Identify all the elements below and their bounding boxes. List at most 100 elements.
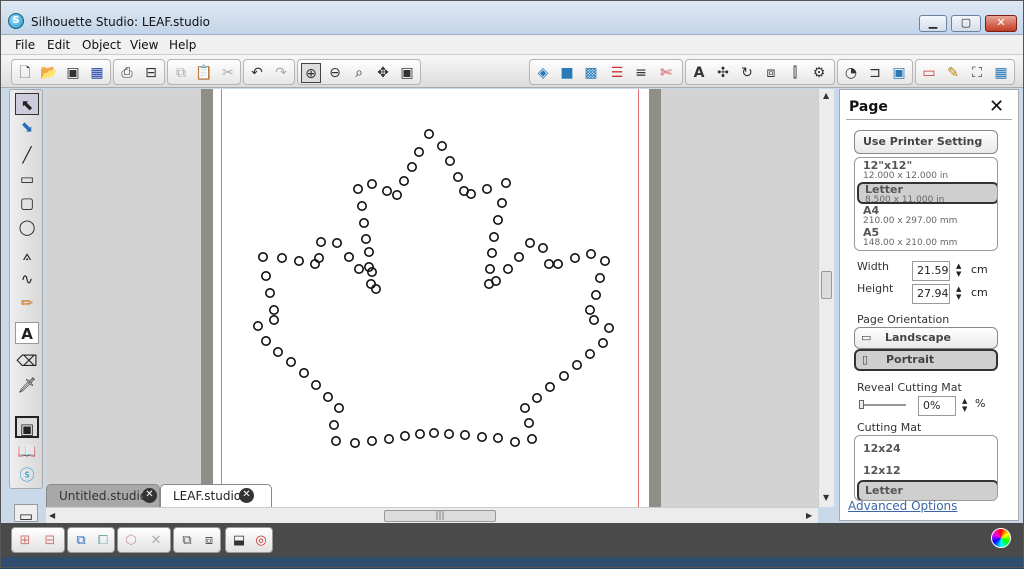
leaf-dot	[500, 178, 511, 189]
group-toolbar-group: ⊞ ⊟	[11, 527, 65, 553]
scroll-down-icon[interactable]: ▼	[823, 493, 829, 502]
send-back-icon[interactable]: ⧈	[199, 531, 219, 551]
list-item[interactable]: 12x24	[857, 440, 997, 462]
close-panel-icon[interactable]: ✕	[989, 96, 1004, 117]
leaf-dot	[428, 427, 439, 438]
color-wheel-icon[interactable]	[991, 528, 1011, 548]
leaf-dot	[584, 348, 595, 359]
weld-icon[interactable]: ⬡	[121, 531, 141, 551]
leaf-dot	[502, 263, 513, 274]
group-icon[interactable]: ⊞	[15, 531, 35, 551]
weld-toolbar-group: ⬡ ✕	[117, 527, 171, 553]
target-icon[interactable]: ◎	[251, 531, 271, 551]
horizontal-scrollbar[interactable]: ◀ ||| ▶	[46, 507, 818, 523]
leaf-dot	[260, 270, 271, 281]
leaf-dot	[365, 278, 376, 289]
scroll-right-icon[interactable]: ▶	[806, 511, 812, 520]
horizontal-scroll-thumb[interactable]: |||	[384, 510, 496, 522]
leaf-dot	[366, 435, 377, 446]
leaf-dot	[492, 432, 503, 443]
leaf-dot	[476, 431, 487, 442]
leaf-dot	[268, 314, 279, 325]
landscape-button[interactable]: ▭ Landscape	[854, 327, 998, 349]
leaf-dot	[268, 304, 279, 315]
leaf-dot	[459, 429, 470, 440]
leaf-dot	[298, 367, 309, 378]
leaf-dot	[571, 359, 582, 370]
leaf-dot	[488, 232, 499, 243]
divider	[846, 119, 1012, 120]
leaf-dot	[492, 215, 503, 226]
width-spinner-icon[interactable]: ▲ ▼	[956, 262, 961, 278]
vertical-scroll-thumb[interactable]	[821, 271, 832, 299]
leaf-dot	[531, 392, 542, 403]
leaf-dot	[544, 381, 555, 392]
make-compound-icon[interactable]: ⧉	[71, 531, 91, 551]
close-tab-icon[interactable]: ✕	[239, 488, 254, 503]
leaf-dot	[353, 263, 364, 274]
app-window: S Silhouette Studio: LEAF.studio ▁ ▢ ✕ F…	[0, 0, 1024, 568]
cutting-mat-list[interactable]: 12x24 12x12 Letter	[854, 435, 998, 501]
leaf-dot	[584, 304, 595, 315]
leaf-dot	[349, 437, 360, 448]
list-item[interactable]: A5 148.00 x 210.00 mm	[857, 227, 997, 249]
close-tab-icon[interactable]: ✕	[142, 488, 157, 503]
leaf-dot	[293, 256, 304, 267]
width-unit: cm	[971, 263, 988, 276]
use-printer-setting-button[interactable]: Use Printer Setting	[854, 130, 998, 154]
advanced-options-link[interactable]: Advanced Options	[848, 499, 957, 513]
leaf-dot	[333, 402, 344, 413]
leaf-dot	[543, 258, 554, 269]
leaf-dot	[343, 252, 354, 263]
tab-leaf[interactable]: LEAF.studio ✕	[160, 484, 272, 507]
leaf-dot	[537, 243, 548, 254]
leaf-dot	[465, 189, 476, 200]
ungroup-icon[interactable]: ⊟	[40, 531, 60, 551]
leaf-dot	[594, 272, 605, 283]
leaf-dot	[398, 176, 409, 187]
leaf-dot	[406, 162, 417, 173]
leaf-dot	[391, 190, 402, 201]
height-field[interactable]: 27.940	[912, 284, 950, 304]
reveal-slider-handle[interactable]	[859, 400, 864, 409]
leaf-dot	[313, 253, 324, 264]
leaf-dot	[272, 346, 283, 357]
delete-icon[interactable]: ✕	[146, 531, 166, 551]
shape-icon[interactable]: ⬓	[229, 531, 249, 551]
page-size-list[interactable]: 12"x12" 12.000 x 12.000 in Letter 8.500 …	[854, 157, 998, 251]
orientation-label: Page Orientation	[857, 313, 950, 326]
height-unit: cm	[971, 286, 988, 299]
leaf-dot	[260, 335, 271, 346]
width-label: Width	[857, 260, 889, 273]
list-item[interactable]: 12"x12" 12.000 x 12.000 in	[857, 160, 997, 182]
leaf-dot	[484, 263, 495, 274]
list-item-selected[interactable]: Letter 8.500 x 11.000 in	[857, 182, 997, 205]
document-tabs: Untitled.studio ✕ LEAF.studio ✕	[46, 484, 346, 507]
portrait-button[interactable]: ▯ Portrait	[854, 349, 998, 371]
scroll-up-icon[interactable]: ▲	[823, 91, 829, 100]
leaf-dot	[423, 129, 434, 140]
leaf-dot	[253, 320, 264, 331]
panel-title: Page	[849, 99, 888, 115]
list-item[interactable]: A4 210.00 x 297.00 mm	[857, 205, 997, 227]
width-field[interactable]: 21.590	[912, 261, 950, 281]
reveal-slider[interactable]	[860, 404, 906, 406]
bring-front-icon[interactable]: ⧉	[177, 531, 197, 551]
leaf-dot	[590, 289, 601, 300]
leaf-dot	[381, 186, 392, 197]
height-spinner-icon[interactable]: ▲ ▼	[956, 285, 961, 301]
reveal-unit: %	[975, 397, 986, 410]
reveal-spinner-icon[interactable]: ▲ ▼	[962, 397, 967, 413]
vertical-scrollbar[interactable]: ▲ ▼	[818, 89, 834, 507]
leaf-dot	[603, 322, 614, 333]
tab-untitled[interactable]: Untitled.studio ✕	[46, 484, 160, 507]
leaf-dot	[370, 283, 381, 294]
release-compound-icon[interactable]: ⧠	[93, 531, 113, 551]
leaf-dot	[588, 314, 599, 325]
scroll-left-icon[interactable]: ◀	[49, 511, 55, 520]
tab-label: LEAF.studio	[173, 489, 242, 503]
reveal-field[interactable]: 0%	[918, 396, 956, 416]
landscape-icon: ▭	[861, 331, 872, 344]
list-item-selected[interactable]: Letter	[857, 480, 997, 500]
leaf-dot	[599, 256, 610, 267]
